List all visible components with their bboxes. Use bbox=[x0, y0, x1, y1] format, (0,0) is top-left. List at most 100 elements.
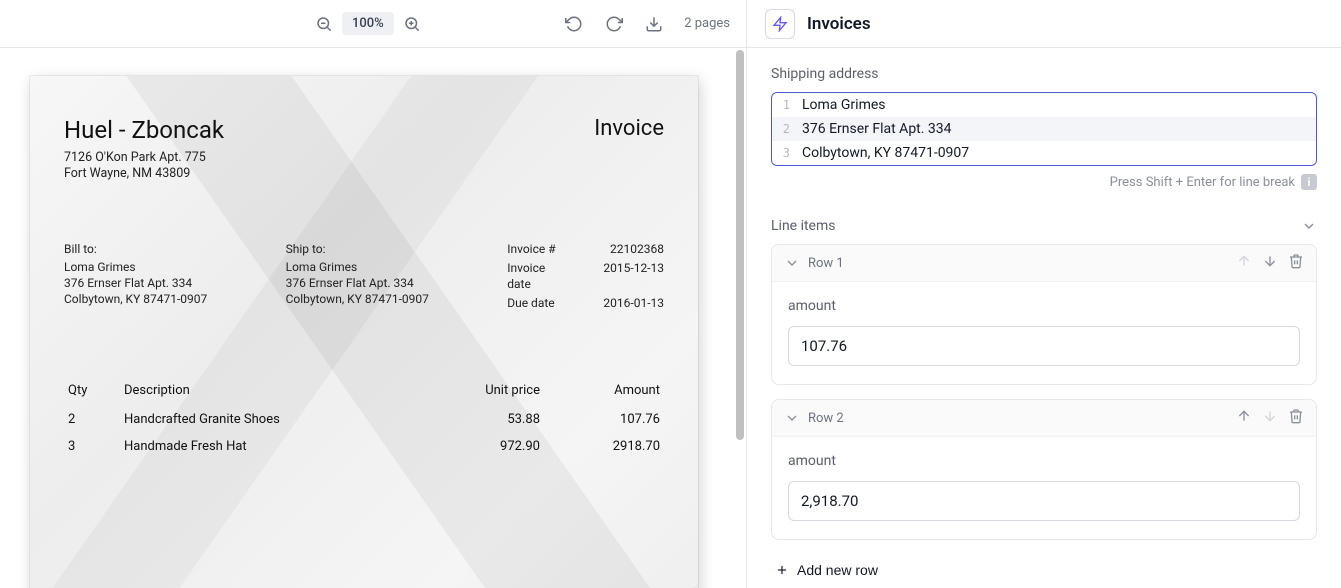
bill-to-line2: Colbytown, KY 87471-0907 bbox=[64, 291, 286, 307]
line-items-label: Line items bbox=[771, 218, 835, 234]
add-row-button[interactable]: Add new row bbox=[771, 554, 882, 586]
ship-to-block: Ship to: Loma Grimes 376 Ernser Flat Apt… bbox=[286, 241, 508, 312]
ship-to-label: Ship to: bbox=[286, 241, 508, 257]
line-number: 2 bbox=[772, 122, 798, 136]
line-item-row: Row 2 amount bbox=[771, 399, 1317, 540]
item-amount: 107.76 bbox=[544, 408, 664, 435]
arrow-up-icon bbox=[1236, 253, 1252, 269]
ship-to-line1: 376 Ernser Flat Apt. 334 bbox=[286, 275, 508, 291]
info-icon: i bbox=[1301, 174, 1317, 190]
table-row: 2 Handcrafted Granite Shoes 53.88 107.76 bbox=[64, 408, 664, 435]
shipping-address-label: Shipping address bbox=[771, 66, 1317, 82]
document-toolbar: 100% 2 pages bbox=[0, 0, 746, 48]
zoom-in-icon bbox=[403, 15, 421, 33]
line-item-row: Row 1 amount bbox=[771, 244, 1317, 385]
line-items-table: Qty Description Unit price Amount 2 Hand… bbox=[64, 377, 664, 462]
move-up-button[interactable] bbox=[1236, 408, 1252, 428]
download-icon bbox=[645, 15, 663, 33]
company-name: Huel - Zboncak bbox=[64, 116, 224, 144]
invoice-date-label: Invoice date bbox=[507, 260, 569, 292]
document-viewer-panel: 100% 2 pages Huel - Zboncak bbox=[0, 0, 747, 588]
address-line: Loma Grimes bbox=[798, 97, 886, 113]
item-unit-price: 972.90 bbox=[424, 435, 544, 462]
redo-icon bbox=[605, 15, 623, 33]
col-amount: Amount bbox=[544, 377, 664, 408]
row-header[interactable]: Row 1 bbox=[772, 245, 1316, 282]
row-label: Row 2 bbox=[808, 411, 844, 426]
chevron-down-icon bbox=[784, 410, 800, 426]
add-row-label: Add new row bbox=[797, 562, 878, 578]
bill-to-label: Bill to: bbox=[64, 241, 286, 257]
input-hint: Press Shift + Enter for line break i bbox=[771, 174, 1317, 190]
line-number: 1 bbox=[772, 98, 798, 112]
amount-field[interactable] bbox=[788, 481, 1300, 521]
chevron-down-icon bbox=[784, 255, 800, 271]
app-icon-box bbox=[765, 9, 795, 39]
plus-icon bbox=[775, 563, 789, 577]
item-desc: Handmade Fresh Hat bbox=[120, 435, 424, 462]
ship-to-name: Loma Grimes bbox=[286, 259, 508, 275]
trash-icon bbox=[1288, 408, 1304, 424]
col-qty: Qty bbox=[64, 377, 120, 408]
line-items-section-header[interactable]: Line items bbox=[771, 218, 1317, 234]
ship-to-line2: Colbytown, KY 87471-0907 bbox=[286, 291, 508, 307]
company-address-line2: Fort Wayne, NM 43809 bbox=[64, 166, 224, 182]
arrow-down-icon bbox=[1262, 253, 1278, 269]
bill-to-line1: 376 Ernser Flat Apt. 334 bbox=[64, 275, 286, 291]
due-date: 2016-01-13 bbox=[603, 295, 664, 311]
undo-button[interactable] bbox=[560, 10, 588, 38]
scrollbar[interactable] bbox=[736, 50, 744, 580]
address-line: Colbytown, KY 87471-0907 bbox=[798, 145, 969, 161]
invoice-date: 2015-12-13 bbox=[603, 260, 664, 292]
undo-icon bbox=[565, 15, 583, 33]
shipping-address-input[interactable]: 1 Loma Grimes 2 376 Ernser Flat Apt. 334… bbox=[771, 92, 1317, 166]
amount-label: amount bbox=[788, 298, 1300, 314]
col-description: Description bbox=[120, 377, 424, 408]
move-up-button bbox=[1236, 253, 1252, 273]
item-desc: Handcrafted Granite Shoes bbox=[120, 408, 424, 435]
zoom-in-button[interactable] bbox=[398, 10, 426, 38]
row-label: Row 1 bbox=[808, 256, 844, 271]
delete-row-button[interactable] bbox=[1288, 408, 1304, 428]
table-row: 3 Handmade Fresh Hat 972.90 2918.70 bbox=[64, 435, 664, 462]
arrow-down-icon bbox=[1262, 408, 1278, 424]
hint-text: Press Shift + Enter for line break bbox=[1110, 175, 1295, 190]
scrollbar-thumb[interactable] bbox=[736, 50, 744, 440]
panel-title: Invoices bbox=[807, 14, 871, 34]
document-page: Huel - Zboncak 7126 O'Kon Park Apt. 775 … bbox=[30, 76, 698, 588]
bill-to-name: Loma Grimes bbox=[64, 259, 286, 275]
due-date-label: Due date bbox=[507, 295, 569, 311]
item-qty: 3 bbox=[64, 435, 120, 462]
invoice-meta: Invoice # 22102368 Invoice date 2015-12-… bbox=[507, 241, 664, 312]
document-viewport[interactable]: Huel - Zboncak 7126 O'Kon Park Apt. 775 … bbox=[0, 48, 746, 588]
move-down-button bbox=[1262, 408, 1278, 428]
chevron-down-icon bbox=[1301, 218, 1317, 234]
item-qty: 2 bbox=[64, 408, 120, 435]
amount-field[interactable] bbox=[788, 326, 1300, 366]
invoice-number: 22102368 bbox=[603, 241, 664, 257]
page-count: 2 pages bbox=[684, 16, 730, 31]
company-address-line1: 7126 O'Kon Park Apt. 775 bbox=[64, 150, 224, 166]
bill-to-block: Bill to: Loma Grimes 376 Ernser Flat Apt… bbox=[64, 241, 286, 312]
download-button[interactable] bbox=[640, 10, 668, 38]
col-unit-price: Unit price bbox=[424, 377, 544, 408]
zoom-out-button[interactable] bbox=[310, 10, 338, 38]
move-down-button[interactable] bbox=[1262, 253, 1278, 273]
invoice-number-label: Invoice # bbox=[507, 241, 569, 257]
row-header[interactable]: Row 2 bbox=[772, 400, 1316, 437]
fields-panel: Invoices Shipping address 1 Loma Grimes … bbox=[747, 0, 1341, 588]
panel-header: Invoices bbox=[747, 0, 1341, 48]
delete-row-button[interactable] bbox=[1288, 253, 1304, 273]
redo-button[interactable] bbox=[600, 10, 628, 38]
item-unit-price: 53.88 bbox=[424, 408, 544, 435]
zoom-out-icon bbox=[315, 15, 333, 33]
zoom-level[interactable]: 100% bbox=[342, 12, 394, 35]
item-amount: 2918.70 bbox=[544, 435, 664, 462]
trash-icon bbox=[1288, 253, 1304, 269]
bolt-icon bbox=[772, 16, 788, 32]
line-number: 3 bbox=[772, 146, 798, 160]
document-title: Invoice bbox=[594, 116, 664, 141]
address-line: 376 Ernser Flat Apt. 334 bbox=[798, 121, 952, 137]
amount-label: amount bbox=[788, 453, 1300, 469]
arrow-up-icon bbox=[1236, 408, 1252, 424]
